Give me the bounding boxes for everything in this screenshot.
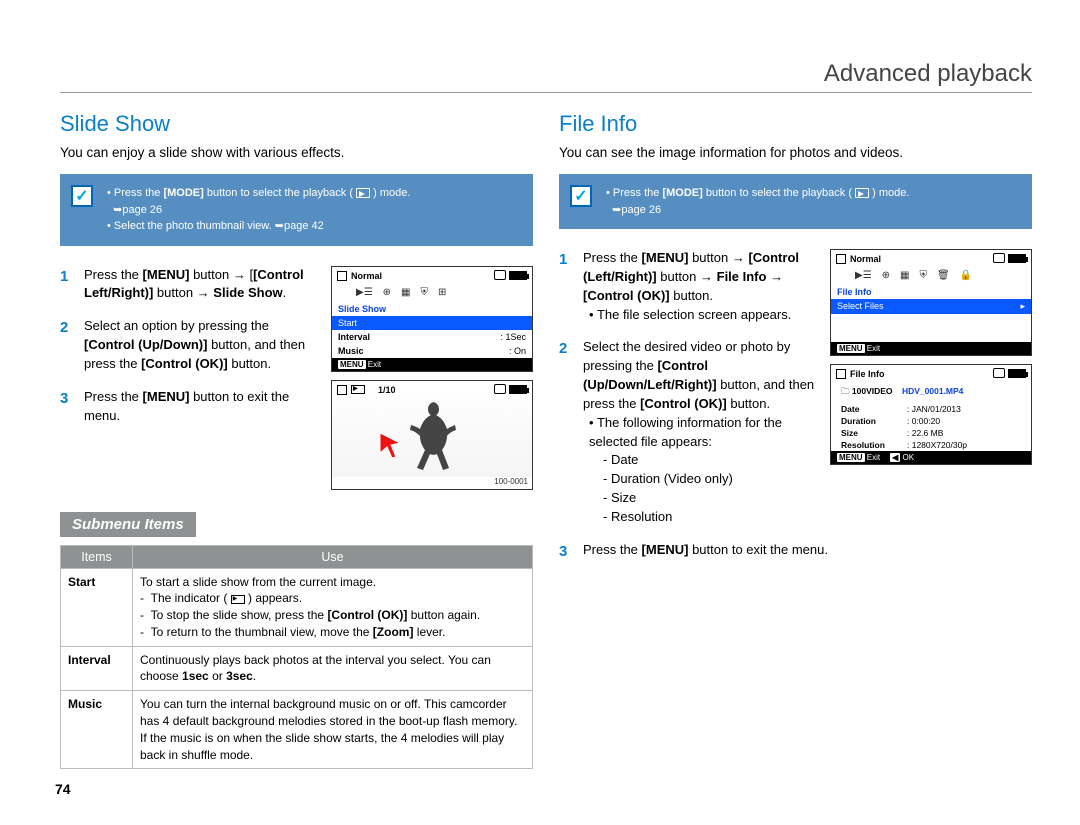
- check-icon: [570, 185, 592, 207]
- file-info-detail-screen: File Info 🗀 100VIDEO HDV_0001.MP4 Date: …: [830, 364, 1032, 465]
- red-cursor-icon: [378, 431, 402, 461]
- step-2: 2 Select an option by pressing the [Cont…: [60, 317, 323, 374]
- slide-show-intro: You can enjoy a slide show with various …: [60, 145, 533, 160]
- file-info-intro: You can see the image information for ph…: [559, 145, 1032, 160]
- slideshow-indicator-icon: [231, 595, 245, 604]
- fi-step-2: 2 Select the desired video or photo by p…: [559, 338, 822, 526]
- slideshow-icon: [351, 385, 365, 394]
- slide-show-heading: Slide Show: [60, 111, 533, 137]
- file-info-callout: • Press the [MODE] button to select the …: [559, 174, 1032, 229]
- fi-step-3: 3 Press the [MENU] button to exit the me…: [559, 541, 1032, 563]
- submenu-heading: Submenu Items: [60, 512, 196, 537]
- battery-icon: [509, 271, 527, 280]
- file-info-menu-screen: Normal ▶☰⊕▦⛨🗑🔒 File Info Select Files▸ M…: [830, 249, 1032, 356]
- submenu-table: ItemsUse Start To start a slide show fro…: [60, 545, 533, 770]
- right-arrow-icon: ▸: [1020, 301, 1025, 312]
- page-number: 74: [55, 781, 71, 797]
- slide-show-menu-screen: Normal ▶☰⊕▦⛨⊞ Slide Show Start Interval:…: [331, 266, 533, 372]
- card-icon: [494, 270, 506, 280]
- slide-show-playback-screen: 1/10 100-0001: [331, 380, 533, 490]
- photo-silhouette: [403, 397, 461, 479]
- slide-show-callout: • Press the [MODE] button to select the …: [60, 174, 533, 246]
- step-1: 1 Press the [MENU] button → [[Control Le…: [60, 266, 323, 304]
- folder-icon: 🗀: [841, 386, 850, 396]
- file-info-heading: File Info: [559, 111, 1032, 137]
- playback-mode-icon: [855, 188, 869, 198]
- screen-tab-icons: ▶☰⊕▦⛨⊞: [332, 285, 532, 302]
- playback-mode-icon: [356, 188, 370, 198]
- fi-step-1: 1 Press the [MENU] button → [Control (Le…: [559, 249, 822, 324]
- step-3: 3 Press the [MENU] button to exit the me…: [60, 388, 323, 426]
- chapter-title: Advanced playback: [60, 60, 1032, 93]
- check-icon: [71, 185, 93, 207]
